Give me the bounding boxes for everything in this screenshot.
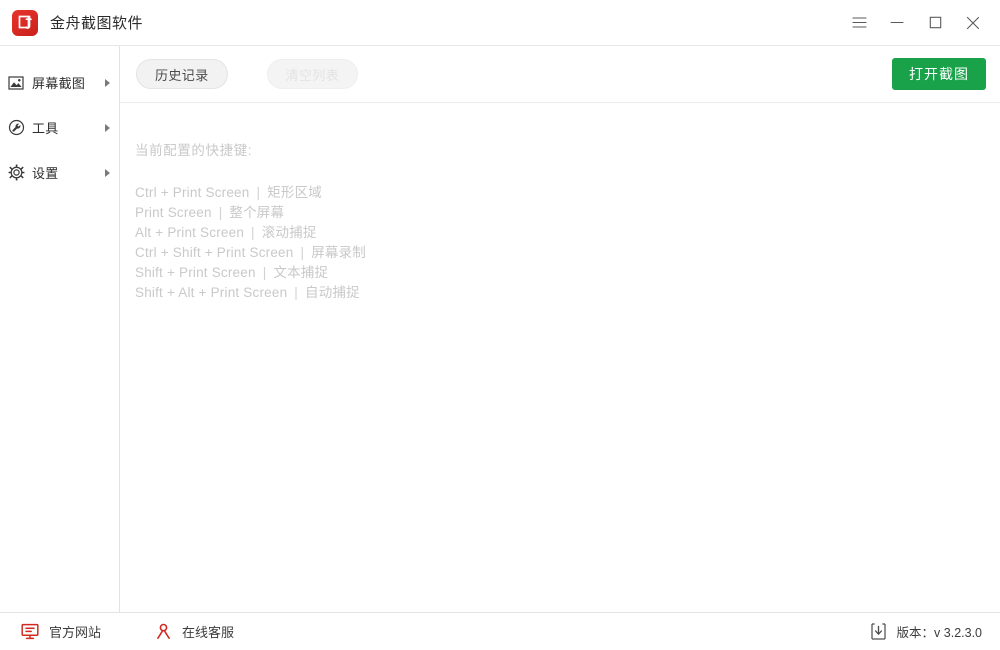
online-support-label: 在线客服 bbox=[182, 625, 235, 640]
shortcut-separator: | bbox=[218, 205, 223, 220]
shortcut-row: Alt + Print Screen | 滚动捕捉 bbox=[135, 223, 1000, 243]
shortcut-keys: Shift + Alt + Print Screen bbox=[135, 285, 288, 300]
shortcut-separator: | bbox=[300, 245, 305, 260]
sidebar-item-screenshot[interactable]: 屏幕截图 bbox=[0, 60, 119, 105]
shortcut-separator: | bbox=[294, 285, 298, 300]
official-website-link[interactable]: 官方网站 bbox=[20, 622, 101, 642]
shortcut-keys: Ctrl + Print Screen bbox=[135, 185, 250, 200]
sidebar-item-label: 工具 bbox=[32, 121, 59, 136]
chevron-right-icon bbox=[105, 168, 110, 177]
version-info[interactable]: 版本：v 3.2.3.0 bbox=[869, 622, 982, 642]
panel-heading: 当前配置的快捷键: bbox=[135, 143, 253, 158]
shortcut-keys: Ctrl + Shift + Print Screen bbox=[135, 245, 294, 260]
shortcut-action: 整个屏幕 bbox=[229, 205, 285, 220]
chevron-right-icon bbox=[105, 123, 110, 132]
content-area: 历史记录 清空列表 打开截图 当前配置的快捷键: Ctrl + Print Sc… bbox=[120, 46, 1000, 612]
sidebar-item-tools[interactable]: 工具 bbox=[0, 105, 119, 150]
app-title: 金舟截图软件 bbox=[50, 15, 144, 32]
shortcut-action: 自动捕捉 bbox=[305, 285, 360, 300]
menu-hamburger-icon[interactable] bbox=[840, 0, 878, 46]
shortcut-action: 屏幕录制 bbox=[311, 245, 366, 260]
footer-bar: 官方网站 在线客服 版本：v 3.2.3.0 bbox=[0, 612, 1000, 650]
maximize-icon[interactable] bbox=[916, 0, 954, 46]
close-icon[interactable] bbox=[954, 0, 992, 46]
open-screenshot-button[interactable]: 打开截图 bbox=[892, 58, 986, 90]
clear-list-button[interactable]: 清空列表 bbox=[266, 59, 359, 89]
shortcut-row: Print Screen | 整个屏幕 bbox=[135, 203, 1000, 223]
sidebar-item-settings[interactable]: 设置 bbox=[0, 150, 119, 195]
content-toolbar: 历史记录 清空列表 打开截图 bbox=[120, 46, 1000, 103]
sidebar-item-label: 设置 bbox=[32, 166, 59, 181]
minimize-icon[interactable] bbox=[878, 0, 916, 46]
shortcut-row: Ctrl + Print Screen | 矩形区域 bbox=[135, 183, 1000, 203]
gear-icon bbox=[6, 163, 26, 183]
shortcut-keys: Shift + Print Screen bbox=[135, 265, 256, 280]
official-website-label: 官方网站 bbox=[49, 625, 102, 640]
shortcut-action: 矩形区域 bbox=[267, 185, 322, 200]
shortcut-row: Shift + Print Screen | 文本捕捉 bbox=[135, 263, 1000, 283]
shortcut-action: 滚动捕捉 bbox=[261, 225, 317, 240]
body-area: 屏幕截图 工具 设置 历史记录 清空列表 打开截图 当前配置的快捷键: Ctrl… bbox=[0, 46, 1000, 612]
chevron-right-icon bbox=[105, 78, 110, 87]
window-controls bbox=[840, 0, 1000, 45]
title-bar: 金舟截图软件 bbox=[0, 0, 1000, 46]
shortcut-action: 文本捕捉 bbox=[273, 265, 329, 280]
shortcut-list: Ctrl + Print Screen | 矩形区域 Print Screen | 整个… bbox=[135, 183, 1000, 303]
wrench-icon bbox=[6, 118, 26, 138]
shortcut-separator: | bbox=[251, 225, 255, 240]
shortcut-separator: | bbox=[262, 265, 267, 280]
app-window: 金舟截图软件 屏幕截图 工具 设置 历史记录 清空列表 打开截图 当前配置的快捷… bbox=[0, 0, 1000, 650]
shortcut-row: Shift + Alt + Print Screen | 自动捕捉 bbox=[135, 283, 1000, 303]
shortcut-keys: Print Screen bbox=[135, 205, 212, 220]
app-logo-icon bbox=[12, 9, 38, 36]
version-label: 版本：v 3.2.3.0 bbox=[896, 626, 982, 640]
image-capture-icon bbox=[6, 73, 26, 93]
download-icon bbox=[869, 622, 889, 642]
shortcut-row: Ctrl + Shift + Print Screen | 屏幕录制 bbox=[135, 243, 1000, 263]
person-icon bbox=[153, 622, 173, 642]
shortcuts-panel: 当前配置的快捷键: Ctrl + Print Screen | 矩形区域 Print… bbox=[120, 103, 1000, 612]
shortcut-separator: | bbox=[256, 185, 261, 200]
history-button[interactable]: 历史记录 bbox=[136, 59, 228, 89]
sidebar-item-label: 屏幕截图 bbox=[32, 76, 86, 91]
online-support-link[interactable]: 在线客服 bbox=[153, 622, 234, 642]
sidebar: 屏幕截图 工具 设置 bbox=[0, 46, 120, 612]
shortcut-keys: Alt + Print Screen bbox=[135, 225, 245, 240]
monitor-icon bbox=[20, 622, 40, 642]
